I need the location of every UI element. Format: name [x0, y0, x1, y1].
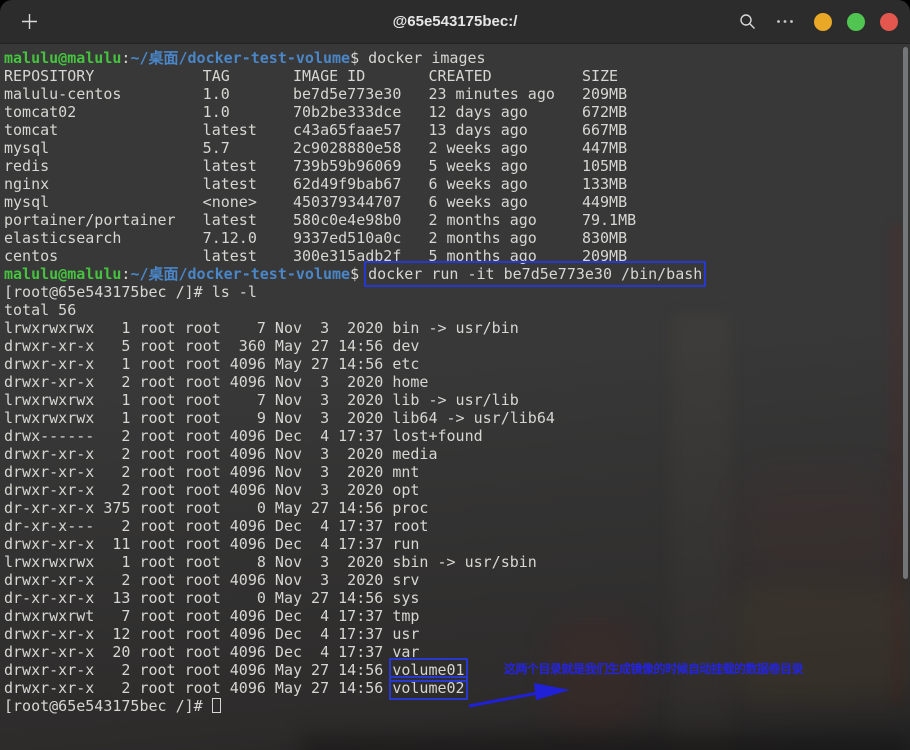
plus-icon: [21, 13, 38, 30]
terminal-window: @65e543175bec:/: [0, 0, 910, 750]
titlebar[interactable]: @65e543175bec:/: [0, 0, 910, 44]
menu-button[interactable]: [771, 8, 799, 36]
maximize-button[interactable]: [847, 13, 865, 31]
terminal-output: malulu@malulu:~/桌面/docker-test-volume$ d…: [0, 44, 906, 715]
scrollbar[interactable]: [903, 47, 908, 579]
new-tab-button[interactable]: [14, 7, 44, 37]
annotation-arrow-icon: [466, 676, 581, 710]
minimize-button[interactable]: [814, 13, 832, 31]
close-button[interactable]: [880, 13, 898, 31]
ellipsis-icon: [776, 19, 794, 24]
terminal-screen[interactable]: malulu@malulu:~/桌面/docker-test-volume$ d…: [0, 44, 910, 750]
annotation-text: 这两个目录就是我们生成镜像的时候自动挂载的数据卷目录: [504, 660, 803, 677]
search-icon: [739, 13, 756, 30]
search-button[interactable]: [733, 8, 761, 36]
terminal-cursor: [212, 698, 221, 713]
